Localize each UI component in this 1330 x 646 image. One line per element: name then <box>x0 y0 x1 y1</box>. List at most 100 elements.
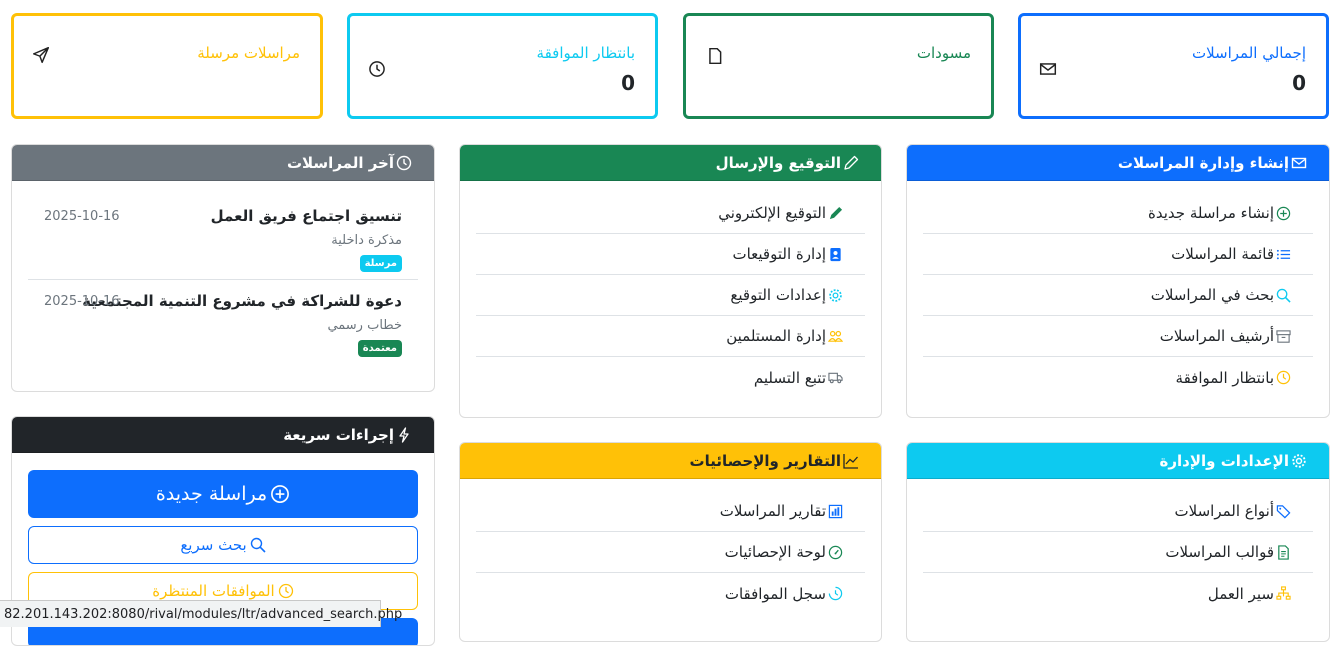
menu-item-label: إنشاء مراسلة جديدة <box>1148 204 1274 222</box>
file-icon <box>709 47 722 65</box>
stat-card-drafts: مسودات <box>683 13 994 119</box>
card-title: التقارير والإحصائيات <box>689 451 841 470</box>
recent-card-header: آخر المراسلات <box>12 145 434 181</box>
menu-item-list[interactable]: قائمة المراسلات <box>923 234 1313 275</box>
plus-circle-icon <box>1276 206 1291 220</box>
status-badge: مرسلة <box>359 255 402 272</box>
stat-value: 0 <box>621 71 635 95</box>
menu-item-label: التوقيع الإلكتروني <box>718 204 826 222</box>
menu-item-delivery-tracking[interactable]: تتبع التسليم <box>476 357 865 398</box>
menu-item-label: سجل الموافقات <box>724 584 826 603</box>
menu-item-approvals-log[interactable]: سجل الموافقات <box>476 573 865 614</box>
clock-icon <box>396 155 412 170</box>
diagram-icon <box>1276 586 1291 600</box>
envelope-icon <box>1039 63 1057 75</box>
quick-actions-header: إجراءات سريعة <box>12 417 434 453</box>
menu-item-label: إعدادات التوقيع <box>730 286 826 304</box>
sign-card: التوقيع والإرسال التوقيع الإلكتروني إدار… <box>459 144 882 418</box>
menu-item-dashboard[interactable]: لوحة الإحصائيات <box>476 532 865 573</box>
stat-card-total: إجمالي المراسلات 0 <box>1018 13 1329 119</box>
menu-item-signature-settings[interactable]: إعدادات التوقيع <box>476 275 865 316</box>
person-badge-icon <box>830 247 841 261</box>
gear-icon <box>1292 453 1306 468</box>
menu-item-types[interactable]: أنواع المراسلات <box>923 491 1313 532</box>
button-label: الموافقات المنتظرة <box>152 582 275 600</box>
new-correspondence-button[interactable]: مراسلة جديدة <box>28 470 418 518</box>
gear-icon <box>829 288 842 302</box>
menu-item-label: لوحة الإحصائيات <box>724 543 826 561</box>
list-icon <box>1276 249 1291 259</box>
stat-label: مراسلات مرسلة <box>197 44 300 62</box>
menu-item-search[interactable]: بحث في المراسلات <box>923 275 1313 316</box>
reports-card: التقارير والإحصائيات تقارير المراسلات لو… <box>459 442 882 642</box>
menu-item-label: إدارة التوقيعات <box>732 245 826 263</box>
reports-card-header: التقارير والإحصائيات <box>460 443 881 479</box>
menu-item-workflow[interactable]: سير العمل <box>923 573 1313 614</box>
card-title: الإعدادات والإدارة <box>1159 451 1289 470</box>
graph-up-icon <box>843 453 858 469</box>
button-label: مراسلة جديدة <box>155 483 268 505</box>
menu-item-label: قائمة المراسلات <box>1171 245 1274 263</box>
pen-icon <box>829 206 843 219</box>
menu-item-manage-signatures[interactable]: إدارة التوقيعات <box>476 234 865 275</box>
menu-item-label: بانتظار الموافقة <box>1175 368 1274 387</box>
manage-card: إنشاء وإدارة المراسلات إنشاء مراسلة جديد… <box>906 144 1330 418</box>
recent-item[interactable]: تنسيق اجتماع فريق العمل 2025-10-16 مذكرة… <box>28 195 418 280</box>
recent-item-type: خطاب رسمي <box>327 318 402 333</box>
stat-label: بانتظار الموافقة <box>536 44 635 62</box>
file-text-icon <box>1278 544 1289 560</box>
clock-history-icon <box>828 586 843 601</box>
card-title: آخر المراسلات <box>286 153 394 172</box>
button-label: بحث سريع <box>180 536 247 554</box>
card-title: إنشاء وإدارة المراسلات <box>1117 153 1289 172</box>
card-title: إجراءات سريعة <box>283 425 394 444</box>
envelope-icon <box>1291 157 1307 168</box>
stat-value: 0 <box>1292 71 1306 95</box>
settings-card-header: الإعدادات والإدارة <box>907 443 1329 479</box>
menu-item-label: سير العمل <box>1207 584 1274 603</box>
settings-card: الإعدادات والإدارة أنواع المراسلات قوالب… <box>906 442 1330 642</box>
menu-item-label: تتبع التسليم <box>753 368 826 387</box>
clock-icon <box>369 61 385 77</box>
send-icon <box>32 46 50 64</box>
menu-item-label: أنواع المراسلات <box>1174 502 1274 520</box>
browser-status-url: 82.201.143.202:8080/rival/modules/ltr/ad… <box>0 600 402 627</box>
menu-item-reports[interactable]: تقارير المراسلات <box>476 491 865 532</box>
archive-icon <box>1276 329 1291 343</box>
pen-icon <box>844 155 859 170</box>
quick-search-button[interactable]: بحث سريع <box>28 526 418 564</box>
tags-icon <box>1276 504 1291 518</box>
search-icon <box>1276 288 1291 303</box>
clock-icon <box>1276 370 1291 385</box>
people-icon <box>828 330 843 342</box>
recent-item-title: تنسيق اجتماع فريق العمل <box>210 207 402 225</box>
menu-item-label: قوالب المراسلات <box>1165 543 1274 561</box>
status-badge: معتمدة <box>357 340 402 357</box>
plus-circle-icon <box>271 485 290 503</box>
recent-item-type: مذكرة داخلية <box>331 233 402 248</box>
recent-card: آخر المراسلات تنسيق اجتماع فريق العمل 20… <box>11 144 435 392</box>
search-icon <box>250 537 266 553</box>
card-title: التوقيع والإرسال <box>715 153 841 172</box>
menu-item-archive[interactable]: أرشيف المراسلات <box>923 316 1313 357</box>
lightning-icon <box>399 426 409 443</box>
menu-item-recipients[interactable]: إدارة المستلمين <box>476 316 865 357</box>
recent-item-date: 2025-10-16 <box>44 294 120 309</box>
clock-icon <box>278 583 293 599</box>
menu-item-e-signature[interactable]: التوقيع الإلكتروني <box>476 193 865 234</box>
recent-item-title: دعوة للشراكة في مشروع التنمية المجتمعية <box>82 292 402 310</box>
menu-item-templates[interactable]: قوالب المراسلات <box>923 532 1313 573</box>
menu-item-label: أرشيف المراسلات <box>1159 327 1274 345</box>
stat-card-pending: بانتظار الموافقة 0 <box>347 13 658 119</box>
bar-chart-icon <box>828 504 843 518</box>
truck-icon <box>828 372 843 384</box>
menu-item-pending[interactable]: بانتظار الموافقة <box>923 357 1313 398</box>
menu-item-new-correspondence[interactable]: إنشاء مراسلة جديدة <box>923 193 1313 234</box>
menu-item-label: إدارة المستلمين <box>726 327 826 345</box>
stat-card-sent: مراسلات مرسلة <box>11 13 323 119</box>
recent-item-date: 2025-10-16 <box>44 209 120 224</box>
recent-item[interactable]: دعوة للشراكة في مشروع التنمية المجتمعية … <box>28 280 418 365</box>
manage-card-header: إنشاء وإدارة المراسلات <box>907 145 1329 181</box>
stat-label: إجمالي المراسلات <box>1191 44 1306 62</box>
sign-card-header: التوقيع والإرسال <box>460 145 881 181</box>
